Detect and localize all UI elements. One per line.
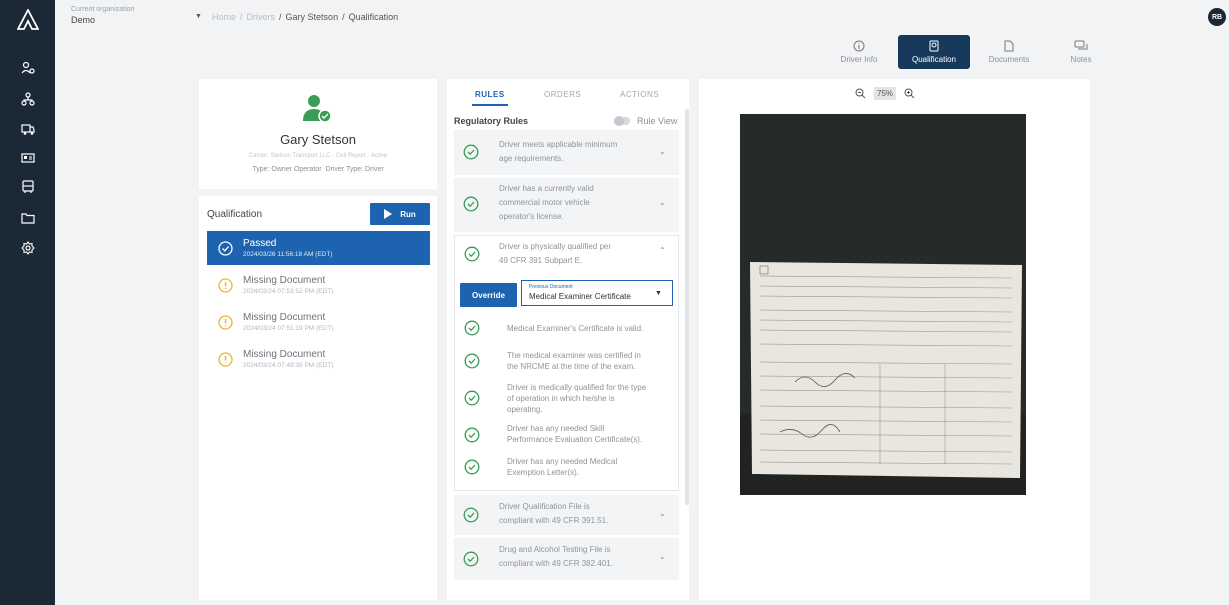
chevron-down-icon: ⌄ <box>659 147 666 156</box>
zoom-out-icon[interactable] <box>855 88 866 99</box>
document-icon <box>1004 40 1014 52</box>
document-image <box>740 114 1026 495</box>
warning-circle-icon <box>217 314 233 330</box>
nav-organization-icon[interactable] <box>0 87 55 111</box>
check-circle-icon <box>217 240 233 256</box>
breadcrumb-driver[interactable]: Gary Stetson <box>286 12 339 22</box>
chevron-up-icon: ⌃ <box>659 246 666 255</box>
scrollbar[interactable] <box>685 109 689 505</box>
check-circle-icon <box>463 196 479 212</box>
play-icon <box>384 209 393 219</box>
nav-id-card-icon[interactable] <box>0 146 55 170</box>
dropdown-arrow-icon: ▼ <box>655 290 662 297</box>
rule-view-toggle[interactable] <box>614 116 630 126</box>
nav-settings-icon[interactable] <box>0 236 55 260</box>
check-circle-icon <box>464 320 480 336</box>
nav-truck-icon[interactable] <box>0 117 55 141</box>
driver-name: Gary Stetson <box>280 132 356 147</box>
check-circle-icon <box>464 427 480 443</box>
tab-actions[interactable]: ACTIONS <box>620 90 659 99</box>
check-circle-icon <box>464 353 480 369</box>
zoom-in-icon[interactable] <box>904 88 915 99</box>
subrule-item: Driver has any needed Medical Exemption L… <box>464 457 617 480</box>
override-button[interactable]: Override <box>460 283 517 307</box>
tab-notes[interactable]: Notes <box>1048 35 1114 69</box>
run-item[interactable]: Passed 2024/03/26 11:56:18 AM (EDT) <box>207 231 430 265</box>
subrule-item: Medical Examiner's Certificate is valid. <box>464 320 643 341</box>
logo-icon <box>17 9 39 30</box>
warning-circle-icon <box>217 277 233 293</box>
zoom-level: 75% <box>874 87 897 100</box>
rule-item[interactable]: Drug and Alcohol Testing File is complian… <box>454 538 679 580</box>
qualification-icon <box>929 40 939 52</box>
driver-meta: Carrier: Stetson Transport LLC · Cell Re… <box>248 153 388 159</box>
check-circle-icon <box>464 459 480 475</box>
notes-icon <box>1074 40 1088 50</box>
check-circle-icon <box>463 144 479 160</box>
info-icon <box>853 40 865 52</box>
tab-documents[interactable]: Documents <box>976 35 1042 69</box>
tab-orders[interactable]: ORDERS <box>544 90 581 99</box>
driver-profile-card: Gary Stetson Carrier: Stetson Transport … <box>199 79 437 189</box>
chevron-down-icon: ⌄ <box>659 552 666 561</box>
run-button[interactable]: Run <box>370 203 430 225</box>
rule-item-header[interactable]: Driver is physically qualified per 49 CFR… <box>455 236 678 272</box>
check-circle-icon <box>463 507 479 523</box>
regulatory-rules-title: Regulatory Rules <box>454 116 529 126</box>
org-dropdown-icon[interactable]: ▼ <box>195 13 202 20</box>
run-item[interactable]: Missing Document 2024/03/24 07:51:19 PM (… <box>207 305 430 339</box>
check-circle-icon <box>463 551 479 567</box>
chevron-down-icon: ⌄ <box>659 509 666 518</box>
rule-item[interactable]: Driver meets applicable minimum age requi… <box>454 130 679 175</box>
org-name[interactable]: Demo <box>71 15 95 25</box>
rule-item[interactable]: Driver Qualification File is compliant wi… <box>454 495 679 535</box>
nav-folder-icon[interactable] <box>0 206 55 230</box>
warning-circle-icon <box>217 351 233 367</box>
chevron-down-icon: ⌄ <box>659 198 666 207</box>
check-circle-icon <box>464 390 480 406</box>
breadcrumb: Home / Drivers / Gary Stetson / Qualific… <box>212 12 399 22</box>
driver-verified-icon <box>303 95 332 123</box>
subrule-item: Driver is medically qualified for the ty… <box>464 383 646 414</box>
view-tabs: Driver Info Qualification Documents Note… <box>826 35 1114 69</box>
subrule-item: The medical examiner was certified in the… <box>464 351 641 374</box>
breadcrumb-current: Qualification <box>348 12 399 22</box>
nav-vehicle-icon[interactable] <box>0 175 55 199</box>
qualification-title: Qualification <box>207 209 263 220</box>
rule-item[interactable]: Driver has a currently valid commercial m… <box>454 178 679 232</box>
breadcrumb-home[interactable]: Home <box>212 12 236 22</box>
avatar[interactable]: RB <box>1208 8 1226 26</box>
breadcrumb-drivers[interactable]: Drivers <box>247 12 276 22</box>
check-circle-icon <box>464 246 480 262</box>
rules-panel: RULES ORDERS ACTIONS Regulatory Rules Ru… <box>447 79 689 600</box>
sidebar <box>0 0 55 605</box>
previous-document-select[interactable]: Previous Document Medical Examiner Certi… <box>521 280 673 306</box>
org-label: Current organization <box>71 6 135 13</box>
subrule-item: Driver has any needed Skill Performance E… <box>464 424 642 448</box>
driver-types: Type: Owner Operator Driver Type: Driver <box>252 166 384 173</box>
run-item[interactable]: Missing Document 2024/03/24 07:49:39 PM (… <box>207 342 430 376</box>
nav-users-icon[interactable] <box>0 56 55 80</box>
rule-view-label: Rule View <box>637 116 678 126</box>
run-item[interactable]: Missing Document 2024/03/24 07:53:52 PM (… <box>207 268 430 302</box>
medical-certificate-photo <box>740 114 1026 495</box>
tab-rules[interactable]: RULES <box>475 90 505 99</box>
tab-driver-info[interactable]: Driver Info <box>826 35 892 69</box>
zoom-controls: 75% <box>855 87 915 100</box>
tab-qualification[interactable]: Qualification <box>898 35 970 69</box>
